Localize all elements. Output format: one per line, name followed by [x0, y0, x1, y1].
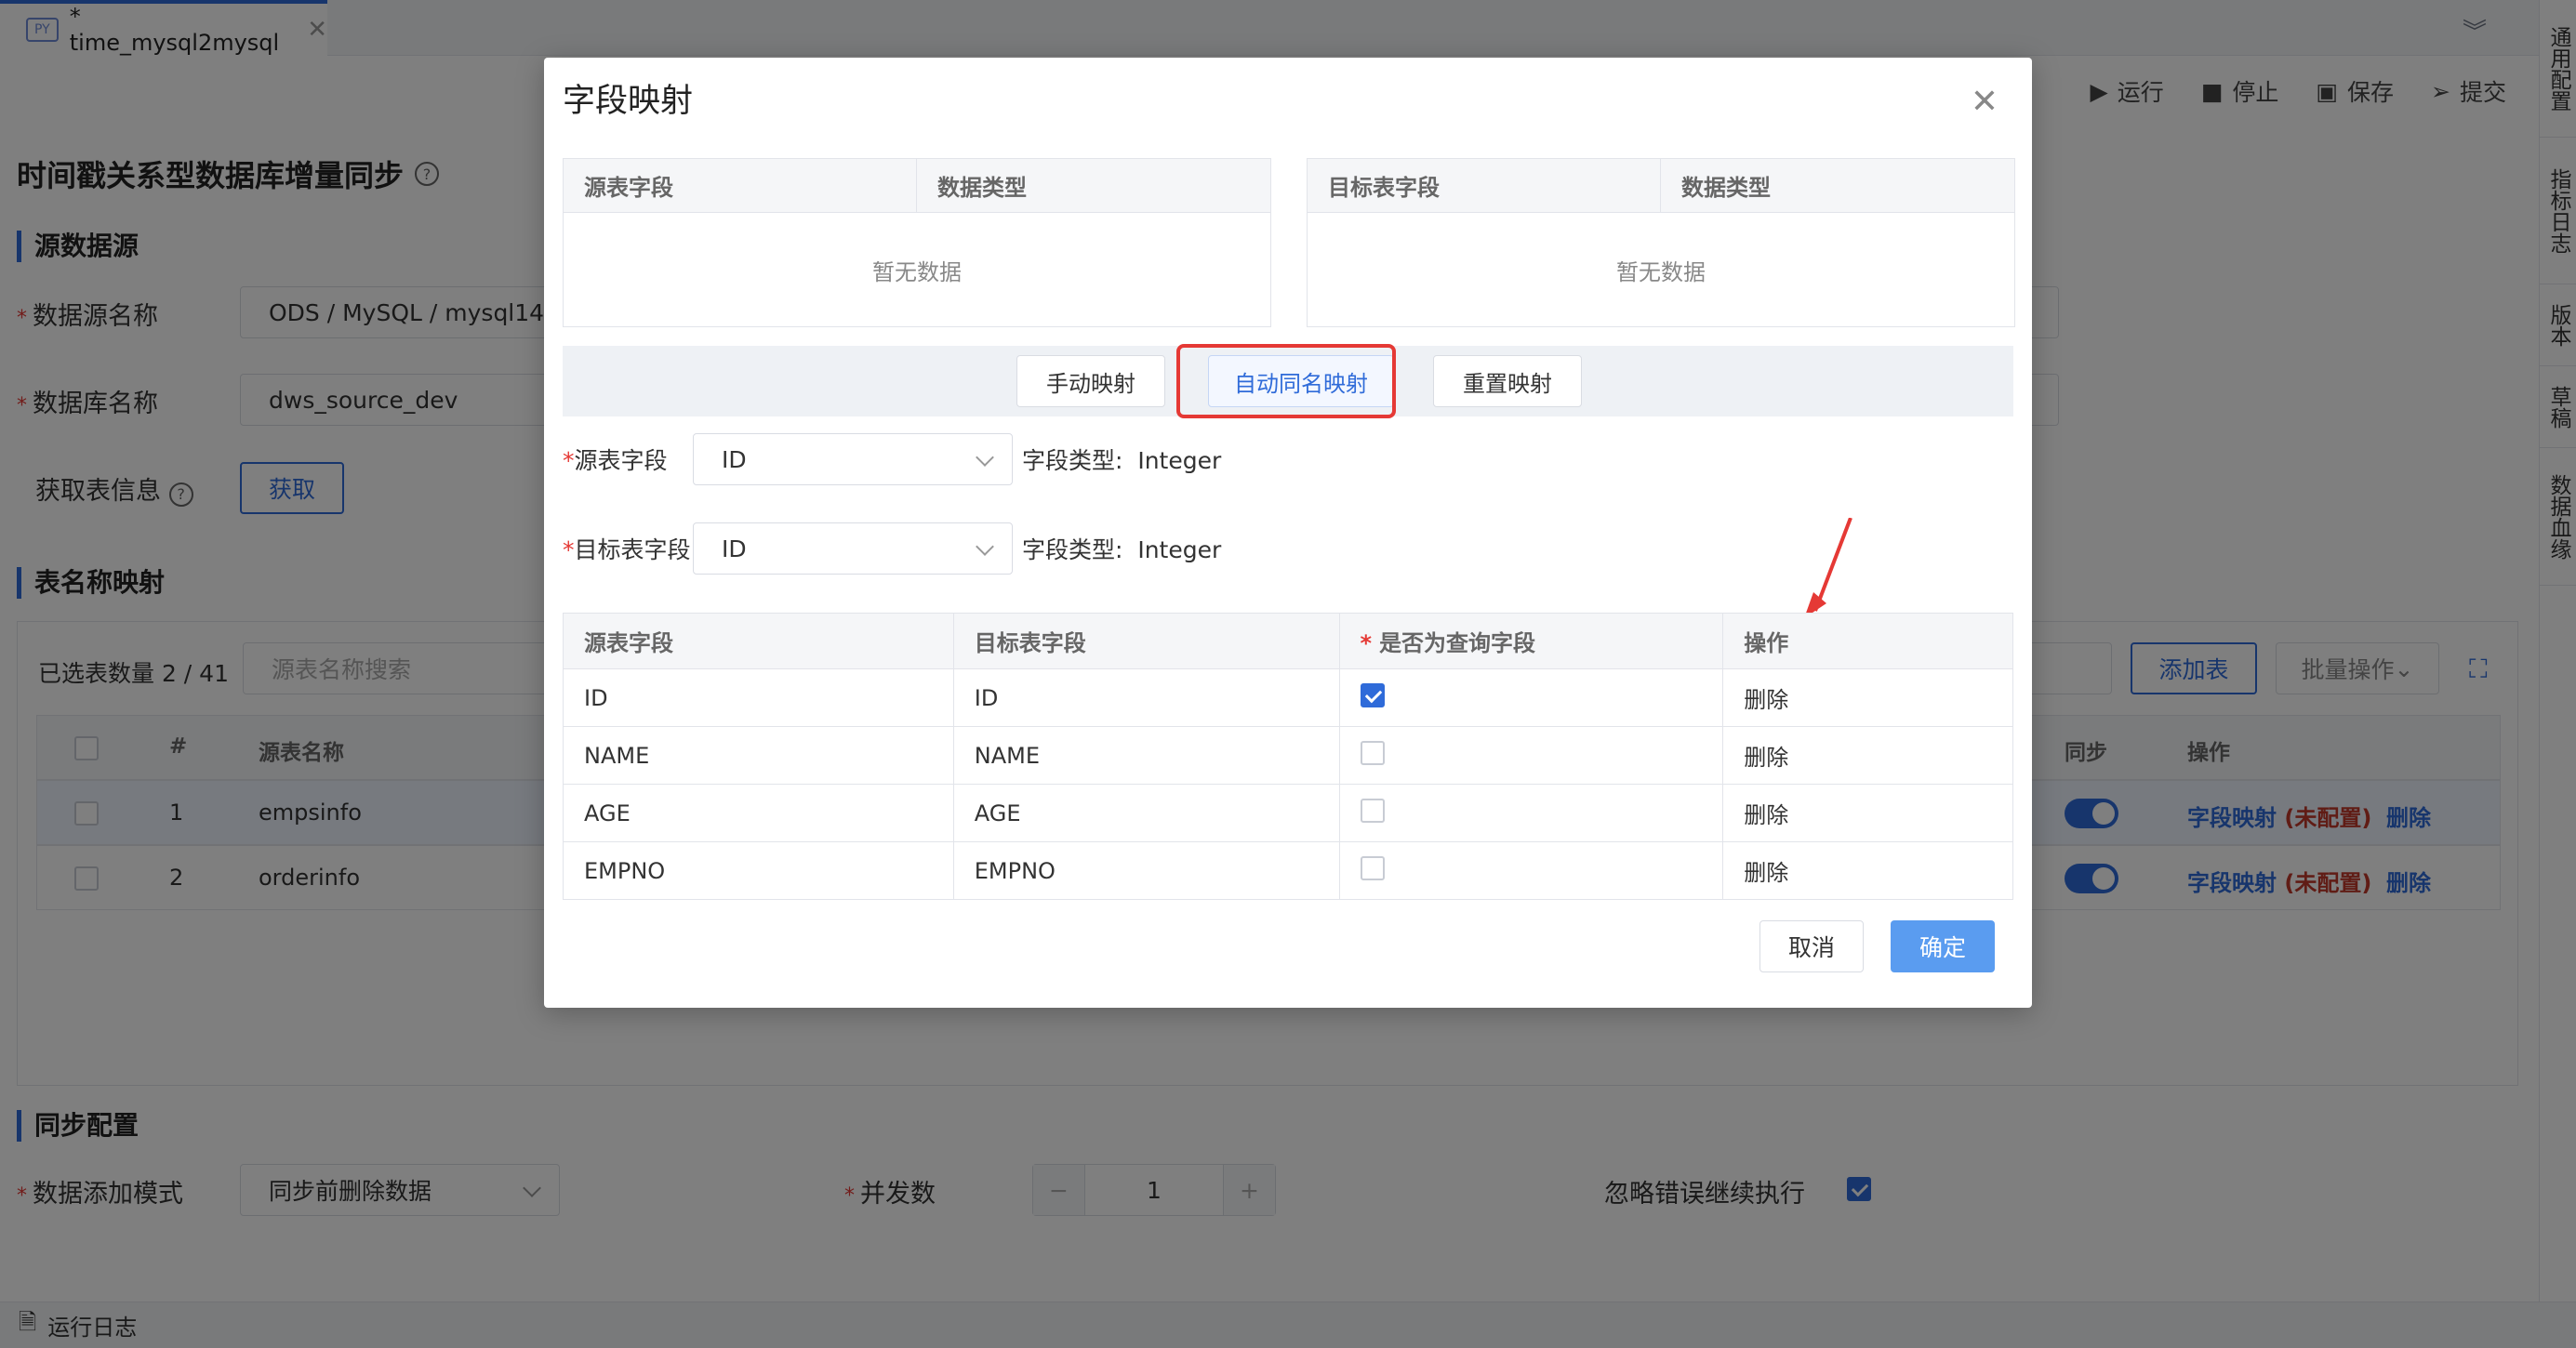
col-is-query-field: * 是否为查询字段: [1338, 613, 1724, 669]
col-source-field: 源表字段: [563, 613, 954, 669]
source-empty-text: 暂无数据: [872, 258, 962, 285]
highlight-box: [1176, 344, 1396, 418]
field-mapping-dialog: 字段映射 ✕ 源表字段 数据类型 暂无数据 目标表字段 数据类型 暂无数据 手动…: [544, 58, 2032, 1008]
mapping-row: AGE AGE 删除: [563, 784, 2013, 842]
target-type-header: 数据类型: [1681, 175, 1771, 201]
target-fields-table: 目标表字段 数据类型 暂无数据: [1307, 158, 2015, 327]
source-field-type: 字段类型: Integer: [1022, 447, 1222, 474]
row-source-field: ID: [563, 668, 954, 727]
query-field-checkbox[interactable]: [1360, 682, 1385, 707]
source-fields-table: 源表字段 数据类型 暂无数据: [563, 158, 1271, 327]
target-field-label: *目标表字段: [563, 536, 691, 563]
query-field-checkbox[interactable]: [1360, 855, 1385, 880]
query-field-checkbox[interactable]: [1360, 740, 1385, 765]
mapping-row: EMPNO EMPNO 删除: [563, 841, 2013, 900]
mapping-row: NAME NAME 删除: [563, 726, 2013, 785]
row-target-field: NAME: [952, 726, 1340, 785]
source-field-label: *源表字段: [563, 447, 668, 474]
manual-mapping-button[interactable]: 手动映射: [1016, 355, 1165, 407]
target-field-select[interactable]: ID: [693, 522, 1013, 575]
row-target-field: ID: [952, 668, 1340, 727]
col-target-field: 目标表字段: [952, 613, 1340, 669]
dialog-title: 字段映射: [563, 83, 694, 120]
target-field-type: 字段类型: Integer: [1022, 536, 1222, 563]
target-empty-text: 暂无数据: [1616, 258, 1706, 285]
close-icon[interactable]: ✕: [1971, 86, 1998, 119]
row-source-field: AGE: [563, 784, 954, 842]
chevron-down-icon: [976, 537, 994, 556]
confirm-button[interactable]: 确定: [1891, 920, 1995, 972]
chevron-down-icon: [976, 448, 994, 467]
delete-link[interactable]: 删除: [1722, 668, 2013, 727]
delete-link[interactable]: 删除: [1722, 784, 2013, 842]
source-field-header: 源表字段: [564, 159, 917, 212]
col-action: 操作: [1722, 613, 2013, 669]
reset-mapping-button[interactable]: 重置映射: [1433, 355, 1582, 407]
mapping-row: ID ID 删除: [563, 668, 2013, 727]
row-source-field: NAME: [563, 726, 954, 785]
row-target-field: EMPNO: [952, 841, 1340, 900]
delete-link[interactable]: 删除: [1722, 726, 2013, 785]
row-source-field: EMPNO: [563, 841, 954, 900]
source-type-header: 数据类型: [937, 175, 1027, 201]
target-field-header: 目标表字段: [1308, 159, 1661, 212]
field-mapping-table: 源表字段 目标表字段 * 是否为查询字段 操作 ID ID 删除 NAME NAM…: [563, 613, 2013, 900]
source-field-select[interactable]: ID: [693, 433, 1013, 485]
row-target-field: AGE: [952, 784, 1340, 842]
query-field-checkbox[interactable]: [1360, 798, 1385, 823]
mapping-header-row: 源表字段 目标表字段 * 是否为查询字段 操作: [563, 613, 2013, 669]
cancel-button[interactable]: 取消: [1759, 920, 1864, 972]
delete-link[interactable]: 删除: [1722, 841, 2013, 900]
